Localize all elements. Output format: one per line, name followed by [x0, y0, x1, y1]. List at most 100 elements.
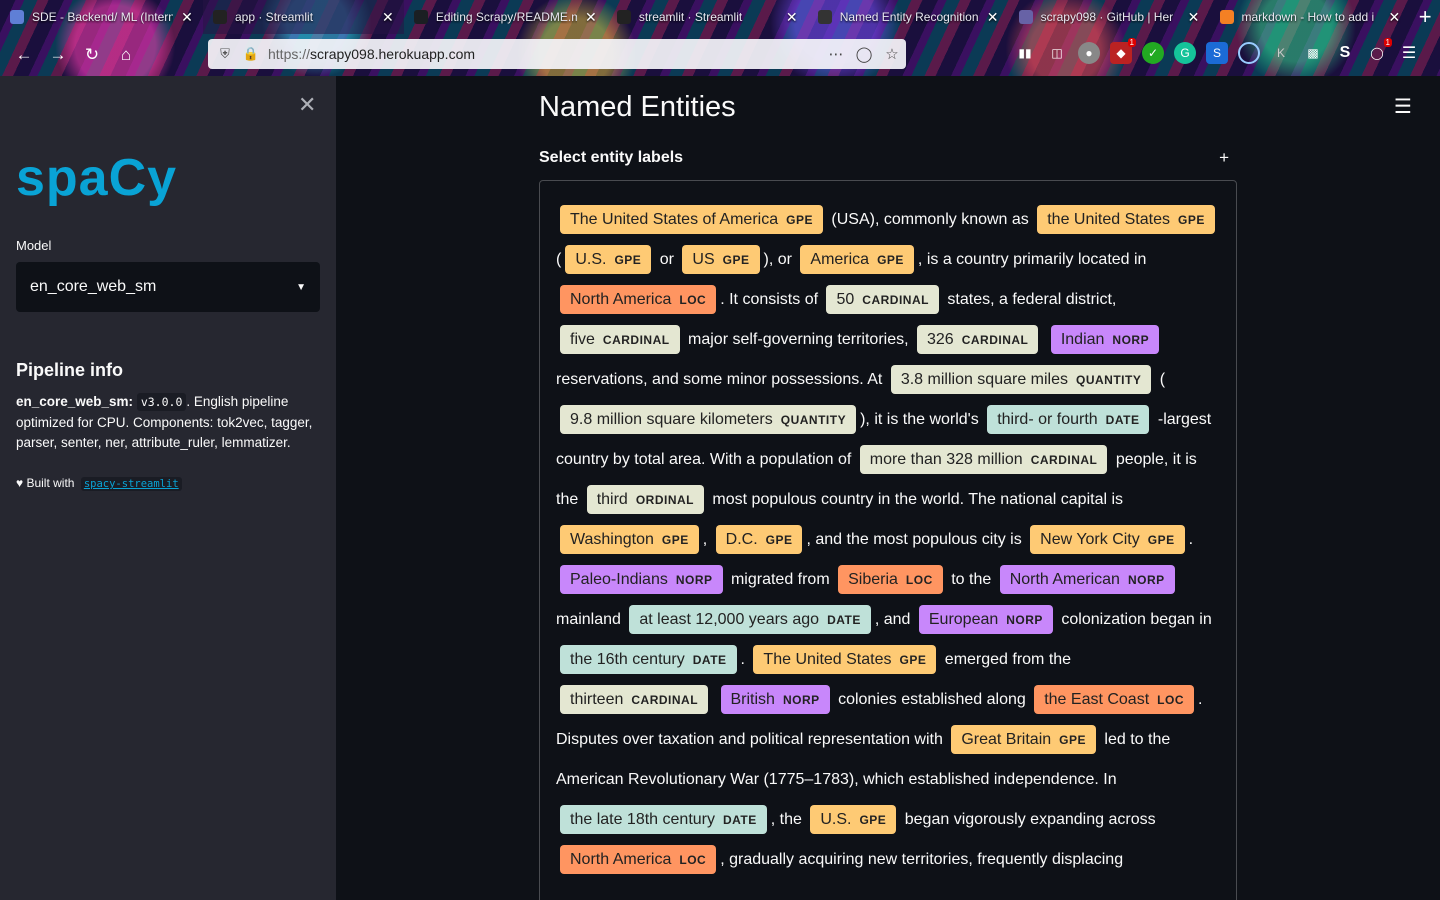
entity-text: five [570, 331, 595, 348]
close-tab-icon[interactable]: ✕ [784, 9, 800, 26]
tab-favicon-icon [213, 10, 227, 24]
entity-label: ORDINAL [635, 493, 694, 507]
plain-text: , gradually acquiring new territories, f… [720, 851, 1124, 868]
entity-label: DATE [692, 653, 727, 667]
close-tab-icon[interactable]: ✕ [179, 9, 195, 26]
plain-text: (USA), commonly known as [826, 211, 1034, 228]
entities-visualization: The United States of America GPE (USA), c… [539, 180, 1237, 900]
entity-text: Washington [570, 531, 654, 548]
bookmark-star-icon[interactable]: ☆ [878, 45, 906, 63]
entity-text: European [928, 611, 999, 628]
close-tab-icon[interactable]: ✕ [380, 9, 396, 26]
entity-label: GPE [877, 253, 904, 267]
entity-cardinal: five CARDINAL [560, 325, 680, 354]
sidebar-icon[interactable]: ◫ [1046, 42, 1068, 64]
tab-favicon-icon [1018, 10, 1033, 24]
entity-label: GPE [859, 813, 887, 827]
plus-icon: + [1219, 148, 1229, 167]
plain-text: or [655, 251, 679, 268]
plain-text: . [740, 651, 750, 668]
notification-extension-icon[interactable]: 1 ◯ [1366, 38, 1392, 64]
url-text[interactable]: https://scrapy098.herokuapp.com [268, 46, 822, 62]
entity-label: NORP [1112, 333, 1150, 347]
entity-text: North American [1009, 571, 1120, 588]
tab-favicon-icon [817, 10, 832, 24]
plain-text: , [702, 531, 712, 548]
entity-cardinal: 326 CARDINAL [917, 325, 1039, 354]
close-tab-icon[interactable]: ✕ [1186, 9, 1202, 26]
spacy-logo: spaCy [16, 149, 178, 207]
plain-text: major self-governing territories, [683, 331, 913, 348]
s-extension-icon[interactable]: S [1206, 42, 1228, 64]
browser-tab[interactable]: streamlit · Streamlit ✕ [607, 0, 808, 34]
menu-icon[interactable]: ☰ [1398, 42, 1420, 64]
entity-norp: British NORP [720, 685, 830, 714]
built-with-text: ♥ Built with [16, 476, 75, 490]
entity-text: U.S. [575, 251, 607, 268]
browser-tab[interactable]: Editing Scrapy/README.m ✕ [404, 0, 607, 34]
entity-label-expander[interactable]: Select entity labels + [539, 148, 1229, 168]
close-sidebar-icon[interactable]: ✕ [298, 92, 316, 118]
entity-text: third- or fourth [997, 411, 1098, 428]
plain-text: to the [946, 571, 996, 588]
entity-text: America [810, 251, 870, 268]
entity-label: CARDINAL [631, 693, 699, 707]
reload-icon[interactable]: ↻ [76, 39, 108, 71]
address-bar[interactable]: ⛨ 🔒 https://scrapy098.herokuapp.com ⋯ ◯ … [208, 39, 906, 69]
grammarly-icon[interactable]: G [1174, 42, 1196, 64]
entity-text: The United States [763, 651, 892, 668]
page-title: Named Entities [539, 91, 736, 123]
model-select[interactable]: en_core_web_sm ▼ [16, 262, 320, 312]
entity-label: LOC [679, 293, 707, 307]
close-tab-icon[interactable]: ✕ [583, 9, 599, 26]
ublock-icon[interactable]: 1 ◆ [1110, 38, 1136, 64]
entity-cardinal: thirteen CARDINAL [560, 685, 709, 714]
plain-text: ( [1155, 371, 1166, 388]
streamlit-s-icon[interactable]: S [1334, 42, 1356, 64]
entity-text: British [730, 691, 775, 708]
library-icon[interactable]: ▮▮ [1014, 42, 1036, 64]
forward-icon[interactable]: → [42, 39, 74, 71]
plain-text: , and [874, 611, 915, 628]
lock-icon[interactable]: 🔒 [242, 46, 260, 62]
entity-date: the late 18th century DATE [560, 805, 767, 834]
plain-text: . [1188, 531, 1194, 548]
entity-date: the 16th century DATE [560, 645, 737, 674]
plain-text: reservations, and some minor possessions… [556, 371, 887, 388]
chevron-down-icon: ▼ [296, 281, 306, 293]
new-tab-icon[interactable]: + [1410, 0, 1440, 34]
checkmark-extension-icon[interactable]: ✓ [1142, 42, 1164, 64]
browser-tab[interactable]: Named Entity Recognition ✕ [808, 0, 1009, 34]
circle-extension-icon[interactable] [1238, 42, 1260, 64]
shield-icon[interactable]: ⛨ [216, 46, 234, 62]
k-extension-icon[interactable]: K [1270, 42, 1292, 64]
url-protocol: https:// [268, 46, 311, 62]
close-tab-icon[interactable]: ✕ [1386, 9, 1402, 26]
extension-badge-2: 1 [1383, 38, 1392, 47]
browser-tab[interactable]: app · Streamlit ✕ [203, 0, 404, 34]
tab-favicon-icon [10, 10, 24, 24]
entity-label: NORP [1127, 573, 1165, 587]
browser-tab[interactable]: SDE - Backend/ ML (Intern ✕ [0, 0, 203, 34]
extension-badge: 1 [1127, 38, 1136, 47]
account-icon[interactable]: ● [1078, 42, 1100, 64]
close-tab-icon[interactable]: ✕ [985, 9, 1001, 26]
browser-tab[interactable]: scrapy098 · GitHub | Her ✕ [1009, 0, 1210, 34]
entity-text: the United States [1047, 211, 1170, 228]
puzzle-icon[interactable]: ▩ [1302, 42, 1324, 64]
more-actions-icon[interactable]: ⋯ [822, 45, 850, 63]
hamburger-menu-icon[interactable]: ☰ [1394, 94, 1412, 119]
plain-text: emerged from the [940, 651, 1072, 668]
pipeline-name: en_core_web_sm: [16, 394, 134, 409]
pipeline-version: v3.0.0 [136, 393, 187, 411]
tab-title: Editing Scrapy/README.m [435, 10, 577, 24]
entity-loc: the East Coast LOC [1034, 685, 1194, 714]
pocket-icon[interactable]: ◯ [850, 45, 878, 63]
entity-gpe: America GPE [800, 245, 914, 274]
plain-text: colonies established along [833, 691, 1031, 708]
entity-text: D.C. [725, 531, 758, 548]
browser-tab[interactable]: markdown - How to add i ✕ [1210, 0, 1411, 34]
spacy-streamlit-link[interactable]: spacy-streamlit [80, 477, 182, 491]
home-icon[interactable]: ⌂ [110, 39, 142, 71]
back-icon[interactable]: ← [8, 39, 40, 71]
